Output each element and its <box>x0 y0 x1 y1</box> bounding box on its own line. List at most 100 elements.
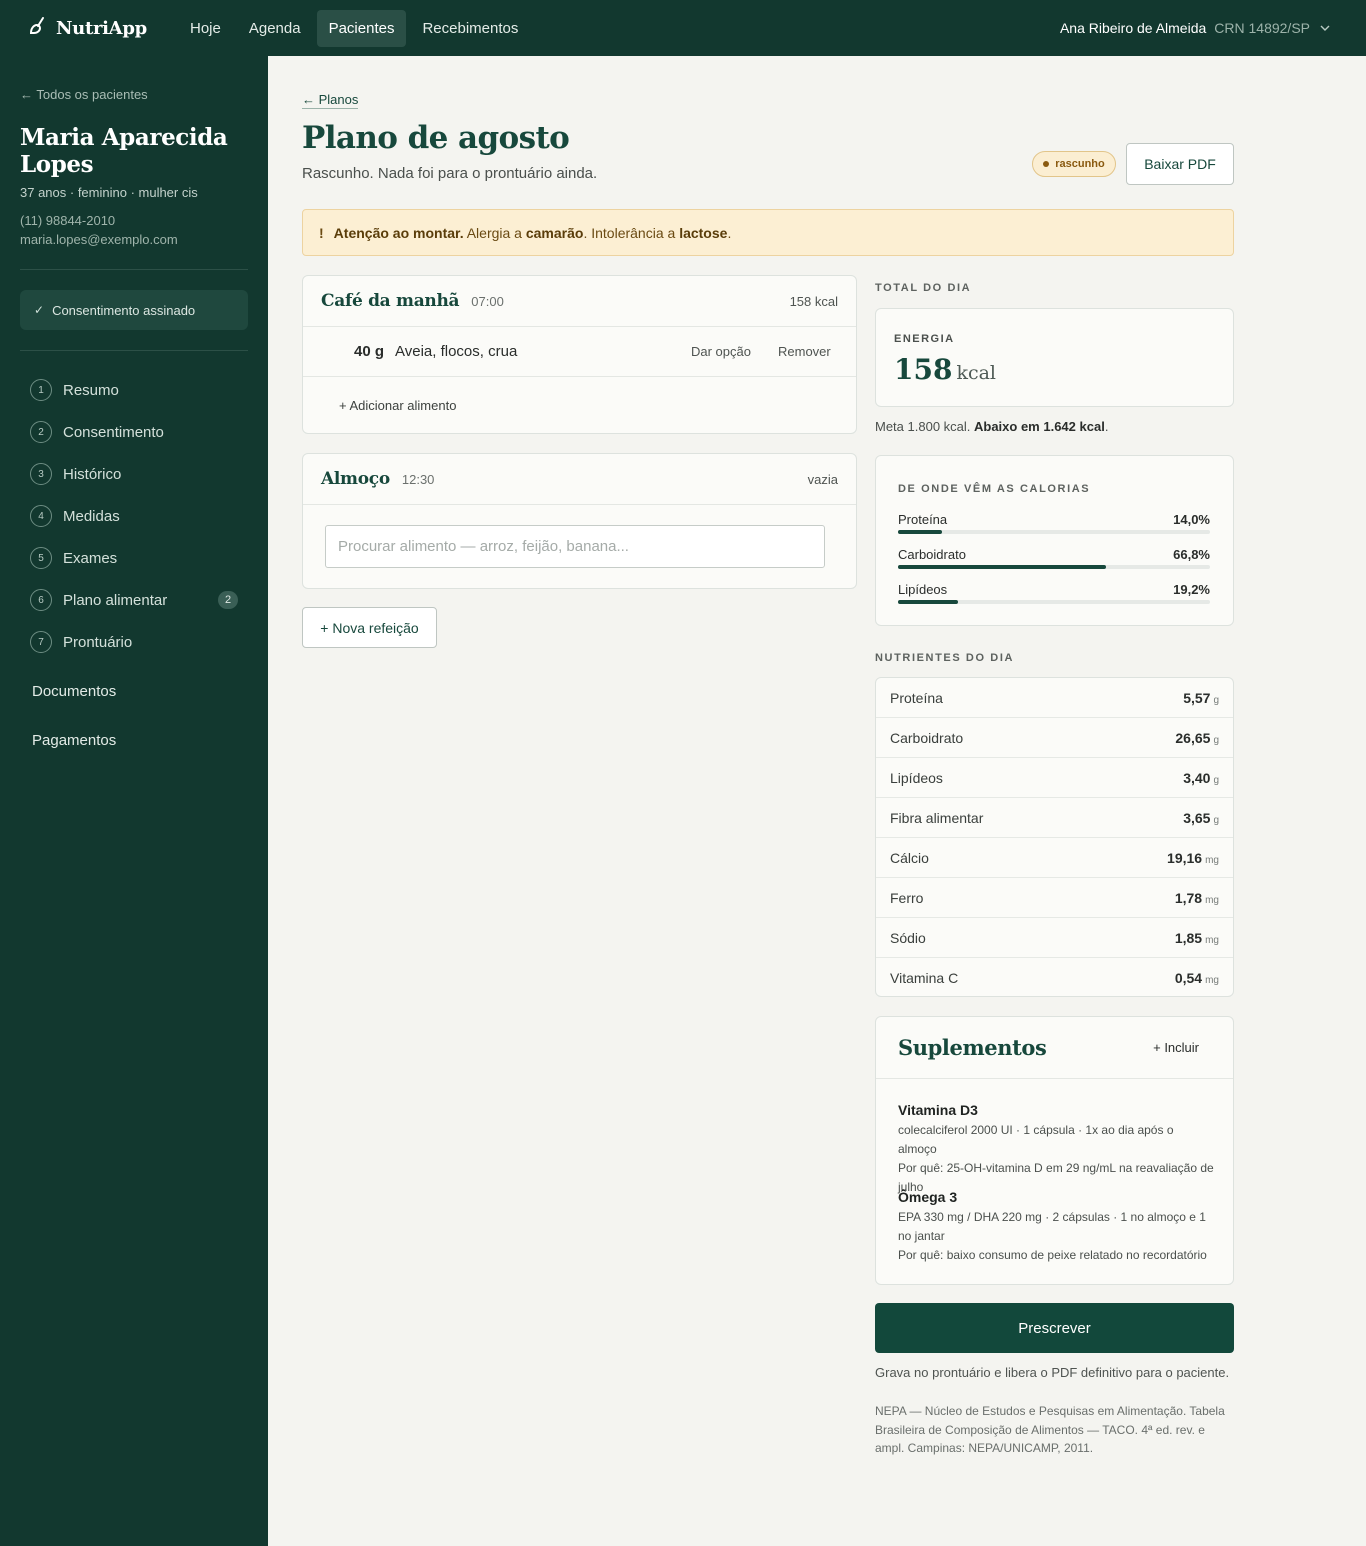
chevron-down-icon <box>1310 20 1330 36</box>
nutrient-row: Fibra alimentar 3,65 g <box>876 798 1233 838</box>
download-pdf-button[interactable]: Baixar PDF <box>1126 143 1234 185</box>
supplements-card: Suplementos + Incluir Vitamina D3 coleca… <box>875 1016 1234 1285</box>
supplements-header: Suplementos + Incluir <box>876 1017 1233 1079</box>
nutrient-amount: 5,57 <box>1183 689 1211 706</box>
goal-deficit: Abaixo em 1.642 kcal <box>974 419 1105 434</box>
calorie-sources-card: DE ONDE VÊM AS CALORIAS Proteína 14,0% Ca… <box>875 455 1234 626</box>
nutrient-amount: 1,85 <box>1174 929 1203 946</box>
nutrient-row: Proteína 5,57 g <box>876 678 1233 718</box>
energy-unit: kcal <box>956 362 997 384</box>
step-number: 6 <box>30 589 52 611</box>
nutrient-unit: g <box>1213 734 1219 746</box>
meal-name: Almoço <box>321 469 390 489</box>
remove-food-button[interactable]: Remover <box>778 344 831 359</box>
step-number: 3 <box>30 463 52 485</box>
macro-bar-fill <box>898 530 942 534</box>
macro-bar-fill <box>898 600 958 604</box>
macro-pct: 66,8% <box>1173 547 1210 562</box>
step-prontuario[interactable]: 7 Prontuário <box>30 621 240 663</box>
macro-bar <box>898 600 1210 604</box>
step-label: Resumo <box>63 381 119 399</box>
brand-name: NutriApp <box>56 17 147 39</box>
alert-text-1: Alergia a <box>463 224 526 241</box>
nav-hoje[interactable]: Hoje <box>178 10 233 47</box>
nav-pacientes[interactable]: Pacientes <box>316 9 407 47</box>
step-resumo[interactable]: 1 Resumo <box>30 369 240 411</box>
nav-recebimentos[interactable]: Recebimentos <box>410 10 530 47</box>
user-crn: CRN 14892/SP <box>1214 20 1310 36</box>
nutrient-value: 19,16 mg <box>1167 850 1219 866</box>
nutrient-value: 3,40 g <box>1183 770 1219 786</box>
alert-intolerance: lactose <box>679 224 728 241</box>
meal-header: Almoço 12:30 vazia <box>303 454 856 505</box>
meal-card-breakfast: Café da manhã 07:00 158 kcal 40 g Aveia,… <box>302 275 857 434</box>
breadcrumb-planos[interactable]: ← Planos <box>302 92 359 109</box>
user-menu[interactable]: Ana Ribeiro de Almeida CRN 14892/SP <box>1060 0 1330 56</box>
step-consentimento[interactable]: 2 Consentimento <box>30 411 240 453</box>
add-supplement-button[interactable]: + Incluir <box>1153 1040 1199 1055</box>
user-name: Ana Ribeiro de Almeida <box>1059 20 1207 36</box>
step-label: Medidas <box>63 507 120 525</box>
allergy-alert: ! Atenção ao montar. Alergia a camarão. … <box>302 209 1234 256</box>
check-icon: ✓ <box>34 303 45 317</box>
alert-text-3: . <box>727 224 732 241</box>
step-number: 1 <box>30 379 52 401</box>
new-meal-button[interactable]: + Nova refeição <box>302 607 437 648</box>
prescribe-button[interactable]: Prescrever <box>875 1303 1234 1353</box>
step-medidas[interactable]: 4 Medidas <box>30 495 240 537</box>
sidebar-link-pagamentos[interactable]: Pagamentos <box>32 732 116 749</box>
patient-phone: (11) 98844-2010 <box>20 213 116 228</box>
step-exames[interactable]: 5 Exames <box>30 537 240 579</box>
nutrient-name: Ferro <box>890 889 924 906</box>
supplement-name: Vitamina D3 <box>898 1102 978 1118</box>
status-dot-icon <box>1043 161 1050 167</box>
nutrient-row: Vitamina C 0,54 mg <box>876 958 1233 996</box>
macro-pct: 19,2% <box>1173 582 1210 597</box>
nutrient-unit: mg <box>1205 854 1219 866</box>
macro-lipid: Lipídeos 19,2% <box>898 582 1210 604</box>
nutrient-unit: g <box>1213 774 1219 786</box>
meal-card-lunch: Almoço 12:30 vazia <box>302 453 857 589</box>
energy-label: ENERGIA <box>894 333 955 345</box>
step-number: 4 <box>30 505 52 527</box>
top-bar: NutriApp Hoje Agenda Pacientes Recebimen… <box>0 0 1366 56</box>
nutrient-row: Carboidrato 26,65 g <box>876 718 1233 758</box>
back-to-patients-link[interactable]: ← Todos os pacientes <box>20 87 148 102</box>
nutrient-amount: 3,40 <box>1183 769 1211 786</box>
alert-text: Atenção ao montar. Alergia a camarão. In… <box>334 225 732 241</box>
nutrients-table: Proteína 5,57 g Carboidrato 26,65 g Lipídeos… <box>875 677 1234 997</box>
supplement-name: Ômega 3 <box>898 1189 958 1205</box>
add-option-button[interactable]: Dar opção <box>691 344 751 359</box>
step-label: Prontuário <box>63 633 133 651</box>
step-historico[interactable]: 3 Histórico <box>30 453 240 495</box>
nutrient-unit: g <box>1213 814 1219 826</box>
nutrient-value: 1,85 mg <box>1175 930 1219 946</box>
macro-bar-fill <box>898 565 1107 569</box>
add-food-row: + Adicionar alimento <box>303 377 856 433</box>
food-quantity[interactable]: 40 g <box>354 343 384 360</box>
supplement-item: Ômega 3 EPA 330 mg / DHA 220 mg · 2 cáps… <box>898 1189 1214 1265</box>
food-name: Aveia, flocos, crua <box>395 343 518 360</box>
nutrient-name: Fibra alimentar <box>890 809 984 826</box>
leaf-logo-icon <box>28 16 46 41</box>
step-label: Consentimento <box>63 423 164 441</box>
warning-icon: ! <box>319 224 324 241</box>
prescribe-note: Grava no prontuário e libera o PDF defin… <box>875 1365 1230 1380</box>
nav-agenda[interactable]: Agenda <box>237 10 313 47</box>
nutrient-name: Vitamina C <box>890 970 959 986</box>
taco-reference: NEPA — Núcleo de Estudos e Pesquisas em … <box>875 1404 1225 1455</box>
nutrient-name: Sódio <box>890 929 926 946</box>
patient-steps-nav: 1 Resumo 2 Consentimento 3 Histórico 4 Medid… <box>30 369 240 663</box>
status-badge: rascunho <box>1032 151 1116 177</box>
brand[interactable]: NutriApp <box>28 16 178 41</box>
food-search-input[interactable] <box>325 525 825 568</box>
supplement-item: Vitamina D3 colecalciferol 2000 UI · 1 c… <box>898 1102 1214 1197</box>
step-plano-alimentar[interactable]: 6 Plano alimentar 2 <box>30 579 240 621</box>
patient-name: Maria Aparecida Lopes <box>20 124 228 178</box>
nutrients-label: NUTRIENTES DO DIA <box>875 652 1015 664</box>
nutrient-row: Sódio 1,85 mg <box>876 918 1233 958</box>
add-food-button[interactable]: + Adicionar alimento <box>339 398 456 413</box>
nutrient-value: 0,54 mg <box>1175 970 1219 986</box>
meal-time: 07:00 <box>471 293 504 309</box>
sidebar-link-documentos[interactable]: Documentos <box>32 683 116 700</box>
